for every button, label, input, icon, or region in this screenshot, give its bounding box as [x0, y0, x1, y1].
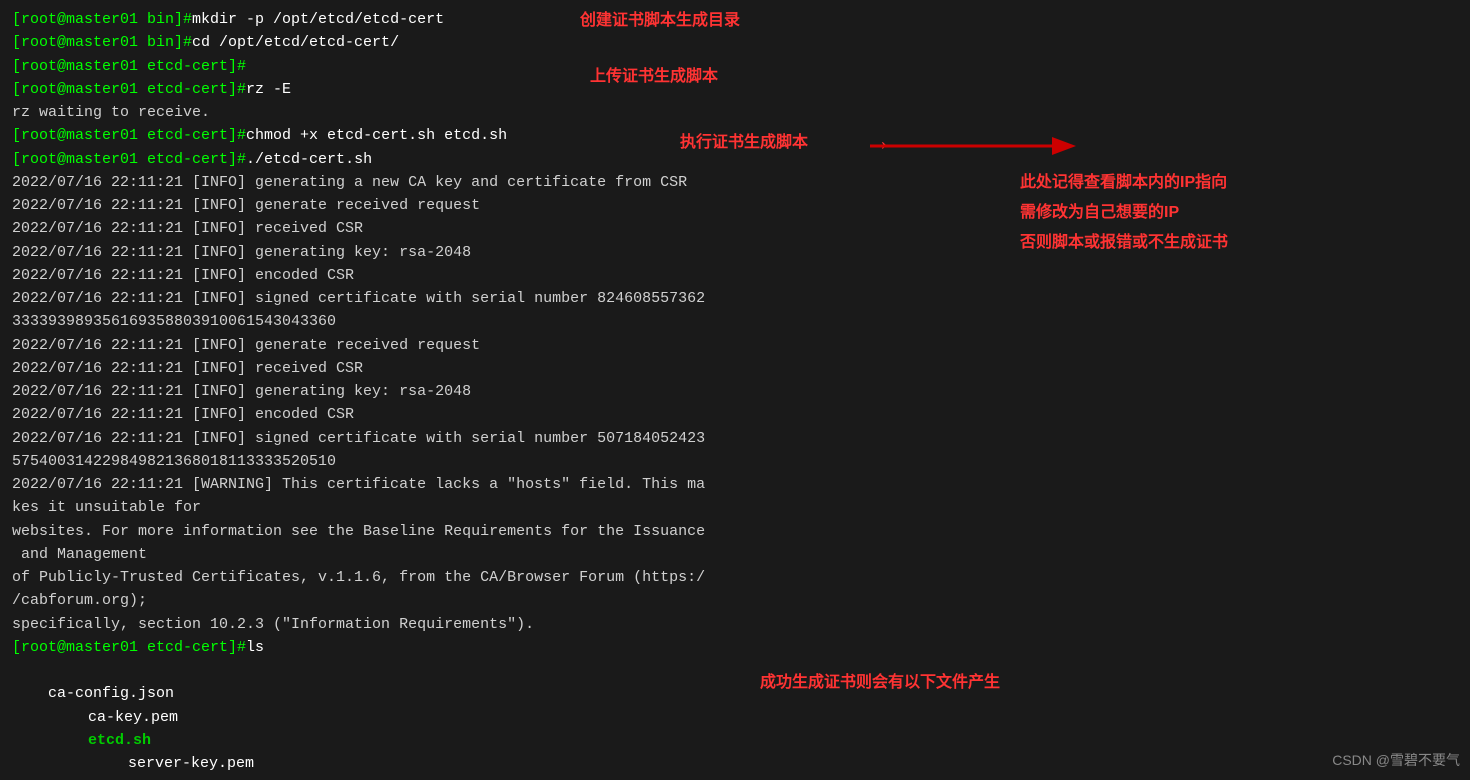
terminal-line: [root@master01 etcd-cert]#	[12, 55, 1458, 78]
terminal-line: [root@master01 bin]#cd /opt/etcd/etcd-ce…	[12, 31, 1458, 54]
prompt: [root@master01 etcd-cert]#	[12, 151, 246, 168]
terminal-output: 2022/07/16 22:11:21 [INFO] generate rece…	[12, 194, 1458, 217]
terminal: [root@master01 bin]#mkdir -p /opt/etcd/e…	[0, 0, 1470, 780]
file-name: ca-key.pem	[88, 709, 178, 726]
arrow-exec-script: →	[870, 128, 887, 159]
terminal-output: 2022/07/16 22:11:21 [INFO] signed certif…	[12, 287, 1458, 310]
command: cd /opt/etcd/etcd-cert/	[192, 34, 399, 51]
annotation-exec-script: 执行证书生成脚本	[680, 128, 808, 152]
terminal-output: 2022/07/16 22:11:21 [INFO] generate rece…	[12, 334, 1458, 357]
prompt: [root@master01 etcd-cert]#	[12, 81, 246, 98]
terminal-output: websites. For more information see the B…	[12, 520, 1458, 543]
file-name: server-key.pem	[128, 755, 254, 772]
terminal-output: 2022/07/16 22:11:21 [INFO] encoded CSR	[12, 264, 1458, 287]
terminal-output: 2022/07/16 22:11:21 [INFO] received CSR	[12, 357, 1458, 380]
terminal-output: of Publicly-Trusted Certificates, v.1.1.…	[12, 566, 1458, 589]
command: chmod +x etcd-cert.sh etcd.sh	[246, 127, 507, 144]
annotation-upload-script: 上传证书生成脚本	[590, 62, 718, 86]
command: rz -E	[246, 81, 291, 98]
prompt: [root@master01 bin]#	[12, 34, 192, 51]
command: mkdir -p /opt/etcd/etcd-cert	[192, 11, 444, 28]
annotation-ip-note-line1: 此处记得查看脚本内的IP指向	[1020, 168, 1227, 192]
terminal-line: [root@master01 etcd-cert]#rz -E	[12, 78, 1458, 101]
terminal-output: 2022/07/16 22:11:21 [INFO] generating ke…	[12, 241, 1458, 264]
terminal-output: 2022/07/16 22:11:21 [WARNING] This certi…	[12, 473, 1458, 496]
prompt: [root@master01 etcd-cert]#	[12, 639, 246, 656]
terminal-output: 2022/07/16 22:11:21 [INFO] received CSR	[12, 217, 1458, 240]
terminal-output: 575400314229849821368018113333520510	[12, 450, 1458, 473]
command: ./etcd-cert.sh	[246, 151, 372, 168]
terminal-output: kes it unsuitable for	[12, 496, 1458, 519]
annotation-ip-note-line2: 需修改为自己想要的IP	[1020, 198, 1179, 222]
terminal-output: 2022/07/16 22:11:21 [INFO] generating a …	[12, 171, 1458, 194]
command: ls	[246, 639, 264, 656]
terminal-line: [root@master01 etcd-cert]#ls	[12, 636, 1458, 659]
watermark: CSDN @雪碧不要气	[1332, 750, 1460, 770]
annotation-create-dir: 创建证书脚本生成目录	[580, 6, 740, 30]
terminal-output: /cabforum.org);	[12, 589, 1458, 612]
terminal-output: specifically, section 10.2.3 ("Informati…	[12, 613, 1458, 636]
terminal-output: 333393989356169358803910061543043360	[12, 310, 1458, 333]
prompt: [root@master01 etcd-cert]#	[12, 58, 246, 75]
prompt: [root@master01 etcd-cert]#	[12, 127, 246, 144]
annotation-success-note: 成功生成证书则会有以下文件产生	[760, 668, 1000, 692]
file-name: ca-config.json	[48, 685, 174, 702]
file-name: etcd.sh	[88, 732, 151, 749]
annotation-ip-note-line3: 否则脚本或报错或不生成证书	[1020, 228, 1228, 252]
file-listing-row1: ca-config.json ca-key.pem etcd.sh server…	[12, 659, 1458, 780]
terminal-output: 2022/07/16 22:11:21 [INFO] generating ke…	[12, 380, 1458, 403]
terminal-output: rz waiting to receive.	[12, 101, 1458, 124]
terminal-output: 2022/07/16 22:11:21 [INFO] encoded CSR	[12, 403, 1458, 426]
terminal-output: 2022/07/16 22:11:21 [INFO] signed certif…	[12, 427, 1458, 450]
terminal-output: and Management	[12, 543, 1458, 566]
prompt: [root@master01 bin]#	[12, 11, 192, 28]
